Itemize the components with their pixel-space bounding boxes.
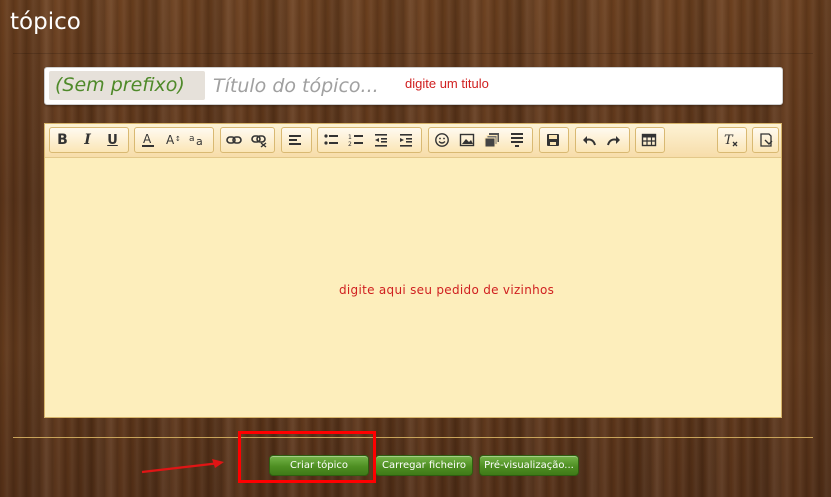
svg-text:A: A bbox=[143, 132, 152, 146]
toolbar-group-draft bbox=[539, 127, 569, 153]
italic-icon[interactable]: I bbox=[75, 128, 100, 152]
highlight-annotation-box bbox=[238, 431, 376, 483]
toolbar-group-insert bbox=[428, 127, 533, 153]
svg-text:1: 1 bbox=[348, 134, 352, 141]
remove-format-icon[interactable]: T bbox=[718, 128, 743, 152]
redo-icon[interactable] bbox=[601, 128, 626, 152]
title-input[interactable] bbox=[209, 71, 777, 100]
svg-text:2: 2 bbox=[348, 141, 352, 148]
toolbar-group-lists: 12 bbox=[317, 127, 422, 153]
font-size-icon[interactable]: A ↕ bbox=[160, 128, 185, 152]
preview-button[interactable]: Pré-visualização... bbox=[479, 455, 579, 476]
body-hint-annotation: digite aqui seu pedido de vizinhos bbox=[339, 283, 555, 297]
image-icon[interactable] bbox=[454, 128, 479, 152]
upload-file-button[interactable]: Carregar ficheiro bbox=[375, 455, 473, 476]
numbered-list-icon[interactable]: 12 bbox=[343, 128, 368, 152]
prefix-selector[interactable]: (Sem prefixo) bbox=[49, 71, 205, 100]
toolbar-group-font: A A ↕ aa bbox=[134, 127, 214, 153]
code-icon[interactable] bbox=[504, 128, 529, 152]
bullet-list-icon[interactable] bbox=[318, 128, 343, 152]
underline-icon[interactable]: U bbox=[100, 128, 125, 152]
page-title: tópico bbox=[10, 9, 81, 35]
form-divider bbox=[13, 437, 813, 438]
message-body-area[interactable]: digite aqui seu pedido de vizinhos bbox=[45, 158, 781, 417]
smiley-icon[interactable] bbox=[429, 128, 454, 152]
svg-text:T: T bbox=[724, 133, 734, 148]
save-draft-icon[interactable] bbox=[540, 128, 565, 152]
indent-icon[interactable] bbox=[393, 128, 418, 152]
align-icon[interactable] bbox=[282, 128, 307, 152]
message-editor: B I U A A ↕ aa 1 2 T digite aqui seu ped… bbox=[44, 123, 782, 418]
toolbar-group-mode bbox=[752, 127, 779, 153]
toolbar-group-text-style: B I U bbox=[49, 127, 129, 153]
link-icon[interactable] bbox=[221, 128, 246, 152]
undo-icon[interactable] bbox=[576, 128, 601, 152]
toggle-source-icon[interactable] bbox=[753, 128, 778, 152]
media-icon[interactable] bbox=[479, 128, 504, 152]
arrow-annotation-icon bbox=[141, 459, 224, 474]
toolbar-group-align bbox=[281, 127, 312, 153]
table-icon[interactable] bbox=[636, 128, 661, 152]
toolbar-group-history bbox=[575, 127, 630, 153]
editor-toolbar: B I U A A ↕ aa 1 2 T bbox=[45, 124, 781, 158]
outdent-icon[interactable] bbox=[368, 128, 393, 152]
font-family-icon[interactable]: aa bbox=[185, 128, 210, 152]
svg-text:a: a bbox=[189, 134, 195, 144]
toolbar-group-table bbox=[635, 127, 665, 153]
svg-text:a: a bbox=[196, 135, 203, 148]
unlink-icon[interactable] bbox=[246, 128, 271, 152]
svg-text:↕: ↕ bbox=[175, 135, 181, 143]
title-hint-annotation: digite um titulo bbox=[405, 76, 489, 91]
font-color-icon[interactable]: A bbox=[135, 128, 160, 152]
toolbar-group-link bbox=[220, 127, 275, 153]
bold-icon[interactable]: B bbox=[50, 128, 75, 152]
toolbar-group-format: T bbox=[717, 127, 747, 153]
svg-text:A: A bbox=[166, 133, 175, 147]
